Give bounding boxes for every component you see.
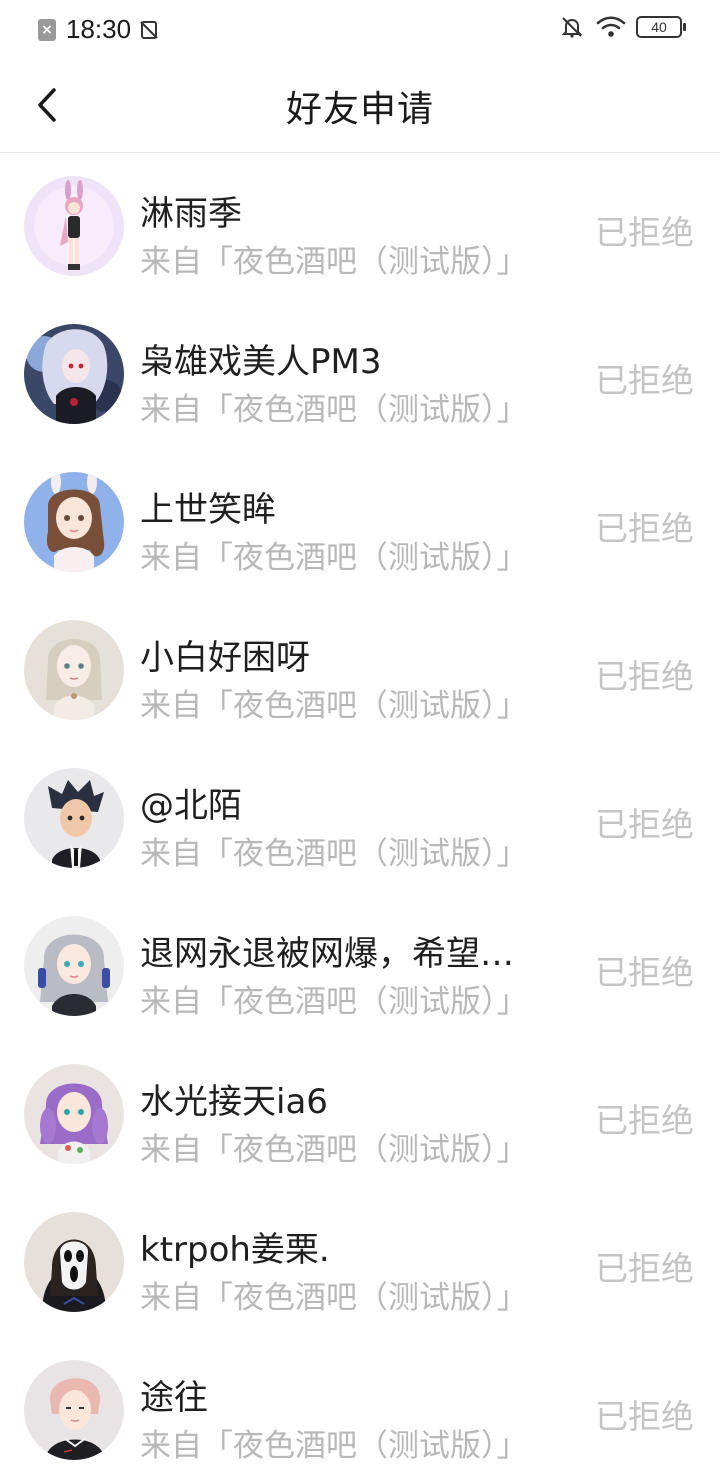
request-status: 已拒绝	[595, 1101, 694, 1140]
requester-name: 枭雄戏美人PM3	[140, 342, 382, 382]
request-source: 来自「夜色酒吧（测试版）」	[140, 244, 528, 280]
request-status: 已拒绝	[595, 361, 694, 400]
avatar[interactable]	[24, 176, 124, 276]
request-source: 来自「夜色酒吧（测试版）」	[140, 836, 528, 872]
request-source: 来自「夜色酒吧（测试版）」	[140, 1280, 528, 1316]
requester-name: ktrpoh姜栗.	[140, 1230, 330, 1270]
request-source: 来自「夜色酒吧（测试版）」	[140, 392, 528, 428]
request-status: 已拒绝	[595, 657, 694, 696]
request-status: 已拒绝	[595, 1249, 694, 1288]
request-status: 已拒绝	[595, 509, 694, 548]
page-title: 好友申请	[285, 89, 434, 130]
friend-request-item[interactable]: 小白好困呀 来自「夜色酒吧（测试版）」 已拒绝	[0, 596, 720, 744]
bell-off-icon	[560, 15, 584, 39]
request-source: 来自「夜色酒吧（测试版）」	[140, 1428, 528, 1464]
request-source: 来自「夜色酒吧（测试版）」	[140, 1132, 528, 1168]
requester-name: 上世笑眸	[140, 490, 276, 530]
status-bar-left: × 18:30	[38, 14, 159, 45]
requester-name: 途往	[140, 1378, 208, 1418]
request-status: 已拒绝	[595, 1397, 694, 1436]
friend-request-item[interactable]: 上世笑眸 来自「夜色酒吧（测试版）」 已拒绝	[0, 448, 720, 596]
no-sim-icon	[139, 20, 159, 40]
requester-name: 小白好困呀	[140, 638, 310, 678]
avatar[interactable]	[24, 916, 124, 1016]
requester-name: 退网永退被网爆，希望…	[140, 934, 514, 974]
request-source: 来自「夜色酒吧（测试版）」	[140, 688, 528, 724]
avatar[interactable]	[24, 472, 124, 572]
friend-request-item[interactable]: @北陌 来自「夜色酒吧（测试版）」 已拒绝	[0, 744, 720, 892]
avatar[interactable]	[24, 768, 124, 868]
friend-request-item[interactable]: 枭雄戏美人PM3 来自「夜色酒吧（测试版）」 已拒绝	[0, 300, 720, 448]
status-bar: × 18:30 40	[0, 0, 720, 58]
friend-request-list: 淋雨季 来自「夜色酒吧（测试版）」 已拒绝 枭雄戏美人PM3 来自「夜色酒吧（测…	[0, 152, 720, 1484]
friend-request-item[interactable]: 淋雨季 来自「夜色酒吧（测试版）」 已拒绝	[0, 152, 720, 300]
request-source: 来自「夜色酒吧（测试版）」	[140, 984, 528, 1020]
request-status: 已拒绝	[595, 805, 694, 844]
request-status: 已拒绝	[595, 953, 694, 992]
avatar[interactable]	[24, 1360, 124, 1460]
requester-name: @北陌	[140, 786, 242, 826]
requester-name: 水光接天ia6	[140, 1082, 328, 1122]
friend-request-item[interactable]: 退网永退被网爆，希望… 来自「夜色酒吧（测试版）」 已拒绝	[0, 892, 720, 1040]
request-source: 来自「夜色酒吧（测试版）」	[140, 540, 528, 576]
status-bar-right: 40	[560, 15, 686, 39]
friend-request-item[interactable]: ktrpoh姜栗. 来自「夜色酒吧（测试版）」 已拒绝	[0, 1188, 720, 1336]
avatar[interactable]	[24, 1212, 124, 1312]
avatar[interactable]	[24, 1064, 124, 1164]
requester-name: 淋雨季	[140, 194, 242, 234]
wifi-icon	[596, 15, 626, 39]
status-time: 18:30	[66, 14, 132, 44]
request-status: 已拒绝	[595, 213, 694, 252]
friend-request-item[interactable]: 途往 来自「夜色酒吧（测试版）」 已拒绝	[0, 1336, 720, 1484]
nav-header: 好友申请	[0, 58, 720, 153]
avatar[interactable]	[24, 620, 124, 720]
avatar[interactable]	[24, 324, 124, 424]
friend-request-item[interactable]: 水光接天ia6 来自「夜色酒吧（测试版）」 已拒绝	[0, 1040, 720, 1188]
battery-icon: 40	[636, 16, 686, 38]
notification-close-icon: ×	[38, 18, 56, 41]
